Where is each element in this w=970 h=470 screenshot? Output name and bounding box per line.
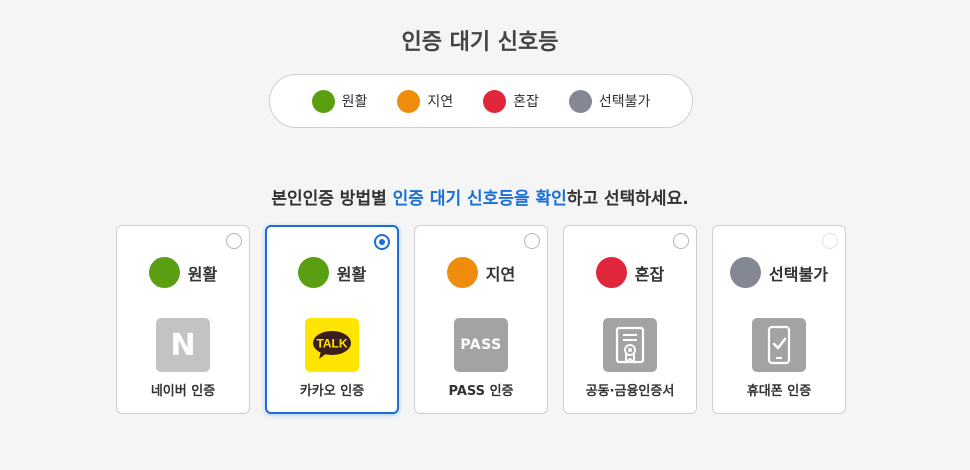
method-name: PASS 인증 [448,384,514,399]
instruction-text: 본인인증 방법별 인증 대기 신호등을 확인하고 선택하세요. [0,184,960,209]
status-indicator: 지연 [415,257,547,288]
radio-button[interactable] [374,234,390,250]
radio-button[interactable] [673,233,689,249]
red-status-dot-icon [483,89,507,113]
legend-label: 혼잡 [513,94,539,110]
orange-status-dot-icon [446,257,478,288]
naver-logo-text: N [170,327,196,363]
status-indicator: 혼잡 [564,257,696,288]
pass-icon: PASS [454,318,508,372]
green-status-dot-icon [148,257,180,288]
status-indicator: 원활 [117,257,249,288]
legend-label: 지연 [427,94,454,110]
kakao-talk-icon: TALK [305,318,359,372]
auth-card-pass[interactable]: 지연 PASS PASS 인증 [414,225,548,414]
gray-status-dot-icon [568,89,592,113]
radio-button[interactable] [524,233,540,249]
instruction-before: 본인인증 방법별 [271,189,393,209]
instruction-after: 하고 선택하세요. [566,189,689,209]
method-name: 휴대폰 인증 [746,384,812,399]
status-label: 지연 [485,264,516,284]
orange-status-dot-icon [397,89,421,113]
legend-item-smooth: 원활 [311,89,368,113]
radio-button[interactable] [822,233,838,249]
status-label: 원활 [187,264,218,284]
legend-item-congested: 혼잡 [483,89,539,113]
method-name: 공동·금융인증서 [585,384,675,399]
mobile-check-icon [752,318,806,372]
green-status-dot-icon [297,257,329,288]
method-name: 카카오 인증 [299,384,365,399]
legend-label: 원활 [341,94,368,110]
status-indicator: 선택불가 [713,257,845,288]
auth-card-kakao[interactable]: 원활 TALK 카카오 인증 [265,225,399,414]
gray-status-dot-icon [730,257,762,288]
kakao-logo-text: TALK [316,337,347,351]
method-name: 네이버 인증 [150,384,216,399]
certificate-icon [603,318,657,372]
red-status-dot-icon [595,257,627,288]
auth-card-certificate[interactable]: 혼잡 공동·금융인증서 [563,225,697,414]
page-title: 인증 대기 신호등 [401,30,559,55]
status-label: 혼잡 [634,264,665,284]
pass-logo-text: PASS [460,337,502,353]
naver-icon: N [156,318,210,372]
status-label: 선택불가 [769,264,828,284]
legend-label: 선택불가 [598,94,651,110]
legend-item-unavailable: 선택불가 [568,89,651,113]
green-status-dot-icon [311,89,335,113]
auth-card-naver[interactable]: 원활 N 네이버 인증 [116,225,250,414]
signal-legend: 원활 지연 혼잡 선택불가 [269,74,693,128]
status-indicator: 원활 [267,257,397,288]
instruction-highlight: 인증 대기 신호등을 확인 [392,189,567,209]
auth-card-mobile[interactable]: 선택불가 휴대폰 인증 [712,225,846,414]
radio-button[interactable] [226,233,242,249]
status-label: 원활 [336,264,367,284]
auth-method-list: 원활 N 네이버 인증 원활 TALK 카카오 인증 지연 PASS PASS … [116,225,846,414]
legend-item-delayed: 지연 [397,89,454,113]
